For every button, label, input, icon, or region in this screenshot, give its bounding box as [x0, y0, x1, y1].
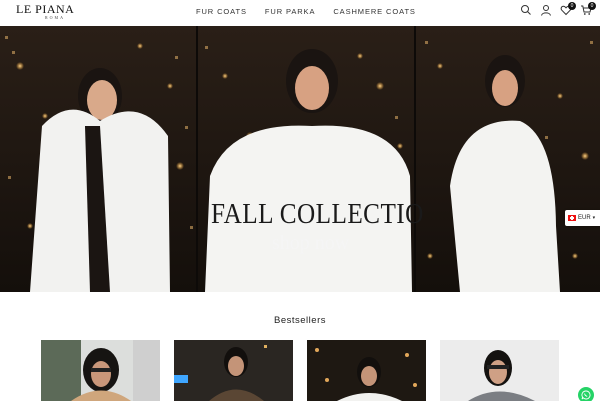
whatsapp-icon: [581, 390, 591, 400]
product-card[interactable]: [307, 340, 426, 401]
product-card[interactable]: [440, 340, 559, 401]
currency-selector[interactable]: EUR ▾: [565, 210, 600, 226]
nav-item-fur-parka[interactable]: FUR PARKA: [265, 7, 315, 17]
nav-item-cashmere-coats[interactable]: CASHMERE COATS: [333, 7, 415, 17]
product-image: [41, 340, 160, 401]
product-card[interactable]: [174, 340, 293, 401]
search-icon[interactable]: [520, 4, 532, 16]
currency-code: EUR: [578, 215, 591, 221]
hero-title: FALL COLLECTIO: [211, 199, 424, 230]
bestsellers-grid: [41, 340, 559, 401]
swiss-flag-icon: [568, 215, 576, 221]
brand-logo[interactable]: LE PIANA ROMA: [16, 3, 80, 23]
heart-icon[interactable]: 0: [560, 2, 576, 16]
cart-count-badge: 0: [588, 2, 596, 10]
product-image: [307, 340, 426, 401]
product-image: [174, 340, 293, 401]
shop-now-link[interactable]: shop now: [272, 231, 349, 255]
wishlist-count-badge: 0: [568, 2, 576, 10]
chevron-down-icon: ▾: [592, 215, 596, 221]
cart-icon[interactable]: 0: [580, 2, 596, 16]
site-header: LE PIANA ROMA FUR COATS FUR PARKA CASHME…: [0, 0, 600, 26]
product-image: [440, 340, 559, 401]
bestsellers-heading: Bestsellers: [274, 315, 326, 326]
brand-name: LE PIANA: [16, 2, 75, 16]
whatsapp-chat-button[interactable]: [578, 387, 594, 401]
main-nav: FUR COATS FUR PARKA CASHMERE COATS: [196, 7, 416, 17]
hero-banner[interactable]: FALL COLLECTIO shop now: [0, 26, 600, 292]
user-icon[interactable]: [540, 4, 552, 16]
product-card[interactable]: [41, 340, 160, 401]
header-icons: 0 0: [520, 2, 596, 16]
nav-item-fur-coats[interactable]: FUR COATS: [196, 7, 247, 17]
